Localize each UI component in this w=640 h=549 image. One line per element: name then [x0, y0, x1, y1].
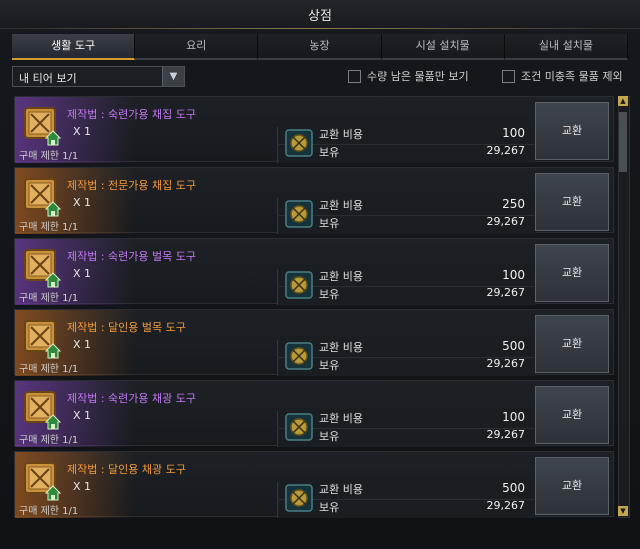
- tab-farm[interactable]: 농장: [258, 34, 382, 60]
- currency-icon: [285, 200, 313, 228]
- cost-label: 교환 비용: [319, 128, 363, 141]
- cost-value: 100: [502, 268, 525, 282]
- item-row: 제작법 : 숙련가용 채광 도구 X 1 구매 제한 1/1 교환 비용 보유 …: [14, 380, 614, 447]
- cost-label: 교환 비용: [319, 483, 363, 496]
- checkbox-label: 조건 미충족 물품 제외: [521, 70, 623, 83]
- window-title: 상점: [308, 9, 332, 24]
- cost-label: 교환 비용: [319, 341, 363, 354]
- item-name: 제작법 : 전문가용 채집 도구: [67, 179, 197, 192]
- item-name: 제작법 : 숙련가용 벌목 도구: [67, 250, 197, 263]
- item-row: 제작법 : 달인용 벌목 도구 X 1 구매 제한 1/1 교환 비용 보유 5…: [14, 309, 614, 376]
- house-icon: [45, 343, 61, 359]
- tab-life-tools[interactable]: 생활 도구: [12, 34, 136, 60]
- tier-filter-label: 내 티어 보기: [19, 72, 77, 85]
- purchase-limit: 구매 제한 1/1: [19, 506, 79, 517]
- checkbox-box[interactable]: [502, 69, 515, 83]
- cost-label: 교환 비용: [319, 270, 363, 283]
- cost-label: 교환 비용: [319, 412, 363, 425]
- currency-icon: [285, 484, 313, 512]
- item-name: 제작법 : 달인용 벌목 도구: [67, 321, 186, 334]
- exchange-button[interactable]: 교환: [535, 315, 609, 373]
- owned-label: 보유: [319, 430, 340, 443]
- item-quantity: X 1: [73, 125, 92, 138]
- cost-value: 250: [502, 197, 525, 211]
- item-name: 제작법 : 달인용 채광 도구: [67, 463, 186, 476]
- scroll-down-arrow-icon[interactable]: ▼: [618, 506, 628, 516]
- owned-value: 29,267: [486, 286, 526, 299]
- purchase-limit: 구매 제한 1/1: [19, 151, 79, 162]
- cost-value: 500: [502, 481, 525, 495]
- shop-window: 상점 생활 도구 요리 농장 시설 설치물 실내 설치물 내 티어 보기 ▼ 수…: [0, 0, 640, 549]
- item-quantity: X 1: [73, 480, 92, 493]
- category-tabs: 생활 도구 요리 농장 시설 설치물 실내 설치물: [12, 34, 629, 60]
- title-divider: [0, 28, 640, 29]
- tab-facility-installations[interactable]: 시설 설치물: [381, 34, 505, 60]
- owned-label: 보유: [319, 501, 340, 514]
- house-icon: [45, 201, 61, 217]
- purchase-limit: 구매 제한 1/1: [19, 293, 79, 304]
- currency-icon: [285, 342, 313, 370]
- tier-filter-dropdown[interactable]: 내 티어 보기 ▼: [12, 66, 185, 87]
- chevron-down-icon[interactable]: ▼: [162, 67, 184, 86]
- purchase-limit: 구매 제한 1/1: [19, 222, 79, 233]
- currency-icon: [285, 129, 313, 157]
- exchange-button[interactable]: 교환: [535, 173, 609, 231]
- item-quantity: X 1: [73, 196, 92, 209]
- owned-value: 29,267: [486, 428, 526, 441]
- purchase-limit: 구매 제한 1/1: [19, 364, 79, 375]
- house-icon: [45, 414, 61, 430]
- currency-icon: [285, 271, 313, 299]
- item-quantity: X 1: [73, 409, 92, 422]
- exchange-button[interactable]: 교환: [535, 102, 609, 160]
- checkbox-label: 수량 남은 물품만 보기: [367, 70, 469, 83]
- owned-label: 보유: [319, 217, 340, 230]
- tab-cooking[interactable]: 요리: [135, 34, 259, 60]
- owned-value: 29,267: [486, 144, 526, 157]
- scroll-up-arrow-icon[interactable]: ▲: [618, 96, 628, 106]
- item-name: 제작법 : 숙련가용 채집 도구: [67, 108, 197, 121]
- owned-label: 보유: [319, 359, 340, 372]
- owned-value: 29,267: [486, 357, 526, 370]
- item-name: 제작법 : 숙련가용 채광 도구: [67, 392, 197, 405]
- remaining-only-checkbox[interactable]: 수량 남은 물품만 보기: [348, 68, 469, 84]
- item-row: 제작법 : 달인용 채광 도구 X 1 구매 제한 1/1 교환 비용 보유 5…: [14, 451, 614, 518]
- item-row: 제작법 : 전문가용 채집 도구 X 1 구매 제한 1/1 교환 비용 보유 …: [14, 167, 614, 234]
- exchange-button[interactable]: 교환: [535, 386, 609, 444]
- currency-icon: [285, 413, 313, 441]
- exchange-button[interactable]: 교환: [535, 457, 609, 515]
- tab-indoor-installations[interactable]: 실내 설치물: [504, 34, 629, 60]
- item-quantity: X 1: [73, 338, 92, 351]
- exchange-button[interactable]: 교환: [535, 244, 609, 302]
- checkbox-box[interactable]: [348, 69, 361, 83]
- house-icon: [45, 130, 61, 146]
- purchase-limit: 구매 제한 1/1: [19, 435, 79, 446]
- owned-value: 29,267: [486, 499, 526, 512]
- exclude-unmet-checkbox[interactable]: 조건 미충족 물품 제외: [502, 68, 623, 84]
- cost-value: 100: [502, 410, 525, 424]
- owned-label: 보유: [319, 146, 340, 159]
- scrollbar-thumb[interactable]: [619, 112, 627, 172]
- house-icon: [45, 272, 61, 288]
- cost-value: 500: [502, 339, 525, 353]
- owned-label: 보유: [319, 288, 340, 301]
- item-quantity: X 1: [73, 267, 92, 280]
- cost-value: 100: [502, 126, 525, 140]
- cost-label: 교환 비용: [319, 199, 363, 212]
- item-row: 제작법 : 숙련가용 벌목 도구 X 1 구매 제한 1/1 교환 비용 보유 …: [14, 238, 614, 305]
- item-row: 제작법 : 숙련가용 채집 도구 X 1 구매 제한 1/1 교환 비용 보유 …: [14, 96, 614, 163]
- item-list: 제작법 : 숙련가용 채집 도구 X 1 구매 제한 1/1 교환 비용 보유 …: [14, 96, 614, 523]
- house-icon: [45, 485, 61, 501]
- owned-value: 29,267: [486, 215, 526, 228]
